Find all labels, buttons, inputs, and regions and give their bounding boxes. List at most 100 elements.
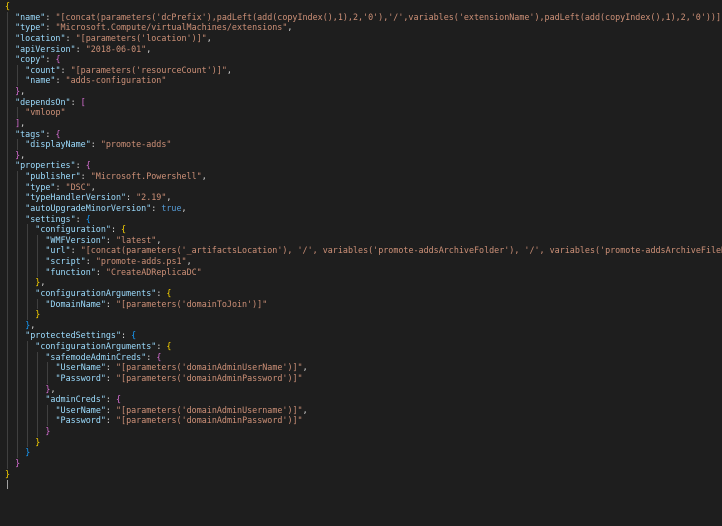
indent-guide	[17, 351, 19, 363]
indent-guide	[17, 394, 19, 405]
json-punctuation: :	[85, 256, 96, 266]
json-punctuation: :	[75, 213, 86, 224]
json-key: "configuration"	[35, 224, 111, 235]
indent-guide	[37, 351, 39, 363]
indent-guide	[7, 266, 8, 278]
code-line[interactable]: "safemodeAdminCreds": {	[0, 351, 722, 363]
code-line[interactable]: "location": "[parameters('location')]",	[0, 32, 722, 44]
code-line[interactable]: "UserName": "[parameters('domainAdminUse…	[0, 404, 722, 416]
json-string-value: "Microsoft.Compute/virtualMachines/exten…	[55, 22, 288, 33]
code-line[interactable]: "count": "[parameters('resourceCount')]"…	[0, 64, 722, 76]
code-line[interactable]: "settings": {	[0, 213, 722, 225]
indent-guide	[17, 277, 19, 288]
json-string-value: "latest"	[116, 234, 157, 245]
code-line[interactable]: },	[0, 149, 722, 161]
code-line[interactable]: "typeHandlerVersion": "2.19",	[0, 192, 722, 203]
indent-guide	[27, 372, 29, 384]
code-line[interactable]: }	[0, 436, 722, 448]
code-line[interactable]: "publisher": "Microsoft.Powershell",	[0, 171, 722, 182]
indent-guide	[7, 202, 8, 214]
json-bracket: {	[166, 287, 172, 298]
indent-guide	[17, 319, 19, 331]
code-line[interactable]: "adminCreds": {	[0, 394, 722, 405]
json-bracket: {	[116, 394, 122, 405]
indent-guide	[27, 287, 29, 299]
json-punctuation: ,	[20, 149, 26, 160]
json-string-value: "CreateADReplicaDC"	[105, 266, 202, 277]
json-key: "UserName"	[55, 362, 106, 373]
code-line[interactable]: }	[0, 457, 722, 469]
code-line[interactable]: "name": "[concat(parameters('dcPrefix'),…	[0, 11, 722, 23]
json-punctuation: :	[105, 362, 117, 373]
json-key: "WMFVersion"	[45, 234, 106, 245]
json-punctuation: ,	[186, 256, 192, 266]
code-line[interactable]: "protectedSettings": {	[0, 330, 722, 341]
code-line[interactable]: "tags": {	[0, 128, 722, 140]
indent-guide	[27, 309, 29, 320]
code-line[interactable]: },	[0, 383, 722, 395]
code-line[interactable]: "UserName": "[parameters('domainAdminUse…	[0, 362, 722, 373]
code-line[interactable]: "WMFVersion": "latest",	[0, 234, 722, 246]
code-line[interactable]: "configurationArguments": {	[0, 341, 722, 352]
code-line[interactable]: "copy": {	[0, 54, 722, 65]
indent-guide	[27, 256, 29, 267]
indent-guide	[37, 256, 39, 267]
indent-guide	[7, 32, 8, 44]
json-punctuation: ,	[20, 86, 26, 96]
code-line[interactable]: |	[0, 479, 722, 490]
json-punctuation: :	[126, 192, 137, 203]
code-line[interactable]: "type": "DSC",	[0, 181, 722, 193]
code-line[interactable]: }	[0, 469, 722, 480]
code-line[interactable]: "url": "[concat(parameters('_artifactsLo…	[0, 245, 722, 256]
code-line[interactable]: "Password": "[parameters('domainAdminPas…	[0, 372, 722, 384]
code-line[interactable]: "dependsOn": [	[0, 96, 722, 108]
code-line[interactable]: },	[0, 319, 722, 331]
indent-guide	[7, 341, 8, 352]
code-line[interactable]: "apiVersion": "2018-06-01",	[0, 43, 722, 55]
code-line[interactable]: "function": "CreateADReplicaDC"	[0, 266, 722, 278]
code-line[interactable]: "name": "adds-configuration"	[0, 75, 722, 86]
code-line[interactable]: }	[0, 426, 722, 437]
indent-guide	[27, 224, 29, 235]
code-line[interactable]: "displayName": "promote-adds"	[0, 139, 722, 150]
json-string-value: "[concat(parameters('_artifactsLocation'…	[80, 245, 722, 256]
json-code-area[interactable]: {"name": "[concat(parameters('dcPrefix')…	[0, 1, 722, 490]
json-bracket: }	[35, 436, 41, 447]
json-key: "configurationArguments"	[35, 341, 157, 351]
json-punctuation: :	[105, 372, 117, 383]
indent-guide	[7, 277, 8, 288]
json-punctuation: :	[105, 298, 116, 309]
code-line[interactable]: "script": "promote-adds.ps1",	[0, 256, 722, 267]
code-line[interactable]: },	[0, 86, 722, 97]
indent-guide	[17, 436, 19, 448]
code-line[interactable]: "Password": "[parameters('domainAdminPas…	[0, 415, 722, 426]
code-line[interactable]: "vmloop"	[0, 107, 722, 118]
code-line[interactable]: "properties": {	[0, 160, 722, 171]
indent-guide	[7, 415, 8, 426]
indent-guide	[47, 415, 49, 426]
indent-guide	[37, 415, 39, 426]
json-key: "script"	[45, 256, 86, 266]
code-line[interactable]: },	[0, 277, 722, 288]
code-line[interactable]: "configurationArguments": {	[0, 287, 722, 299]
code-line[interactable]: ],	[0, 117, 722, 129]
code-line[interactable]: "type": "Microsoft.Compute/virtualMachin…	[0, 22, 722, 33]
code-editor[interactable]: {"name": "[concat(parameters('dcPrefix')…	[0, 0, 722, 526]
code-line[interactable]: {	[0, 1, 722, 12]
indent-guide	[27, 234, 29, 246]
code-line[interactable]: }	[0, 309, 722, 320]
indent-guide	[27, 404, 29, 416]
json-punctuation: ,	[181, 202, 187, 213]
code-line[interactable]: }	[0, 447, 722, 458]
indent-guide	[7, 372, 8, 384]
json-punctuation: ,	[302, 404, 308, 415]
json-key: "settings"	[25, 213, 76, 224]
indent-guide	[7, 181, 8, 193]
json-punctuation: ,	[287, 22, 293, 33]
json-string-value: "[parameters('location')]"	[75, 32, 207, 43]
json-punctuation: :	[151, 202, 162, 213]
code-line[interactable]: "autoUpgradeMinorVersion": true,	[0, 202, 722, 214]
code-line[interactable]: "DomainName": "[parameters('domainToJoin…	[0, 298, 722, 310]
indent-guide	[17, 181, 19, 193]
code-line[interactable]: "configuration": {	[0, 224, 722, 235]
